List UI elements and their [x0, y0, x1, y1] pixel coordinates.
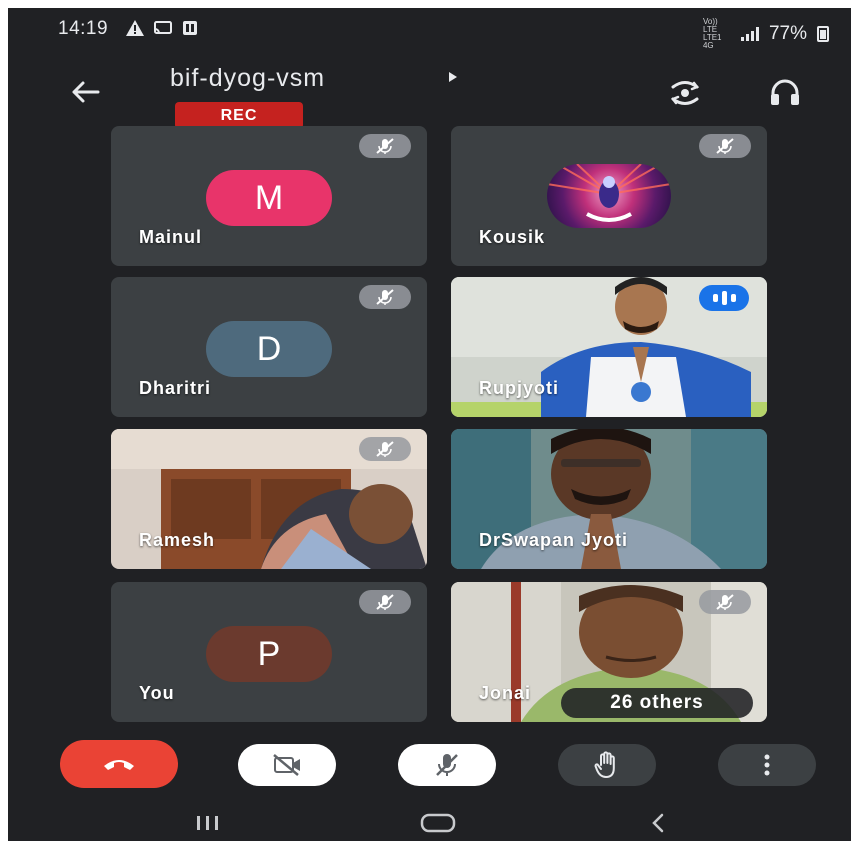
- avatar-mainul: M: [206, 170, 332, 226]
- participant-tile-you[interactable]: P You: [111, 582, 427, 722]
- participant-name: Jonai: [479, 683, 532, 703]
- camera-toggle-button[interactable]: [238, 744, 336, 786]
- mic-off-icon: [436, 754, 458, 776]
- participant-name: DrSwapan Jyoti: [479, 530, 629, 550]
- participant-name: Dharitri: [139, 378, 212, 398]
- avatar-you: P: [206, 626, 332, 682]
- recents-icon: [197, 816, 218, 830]
- camera-off-icon: [273, 754, 300, 776]
- others-count-chip[interactable]: 26 others: [561, 688, 753, 718]
- network-label-top: Vo)) LTE: [702, 17, 718, 34]
- participant-tile-mainul[interactable]: M Mainul: [111, 126, 427, 266]
- call-header: bif-dyog-vsm REC: [8, 48, 851, 129]
- arrow-left-icon: [72, 81, 100, 103]
- audio-output-button[interactable]: [760, 68, 810, 118]
- chevron-left-icon: [652, 813, 664, 833]
- mic-off-icon: [359, 437, 411, 461]
- status-notification-icons: [126, 20, 198, 41]
- home-icon: [420, 813, 456, 833]
- mic-off-icon: [359, 590, 411, 614]
- raise-hand-button[interactable]: [558, 744, 656, 786]
- participant-name: Ramesh: [139, 530, 216, 550]
- participant-tile-rupjyoti[interactable]: Rupjyoti: [451, 277, 767, 417]
- switch-camera-button[interactable]: [660, 68, 710, 118]
- battery-icon: [817, 26, 829, 42]
- mic-off-icon: [359, 285, 411, 309]
- meeting-code[interactable]: bif-dyog-vsm: [170, 64, 325, 93]
- mic-toggle-button[interactable]: [398, 744, 496, 786]
- speaking-indicator-icon: [699, 285, 749, 311]
- more-vert-icon: [764, 754, 770, 776]
- meeting-details-caret-icon[interactable]: [448, 70, 458, 88]
- participant-name: Rupjyoti: [479, 378, 559, 398]
- back-nav-button[interactable]: [628, 808, 688, 838]
- status-right-group: Vo)) LTE LTE1 4G 77%: [703, 18, 829, 50]
- signal-strength-icon: [740, 27, 759, 41]
- avatar-dharitri: D: [206, 321, 332, 377]
- participant-name: You: [139, 683, 175, 703]
- call-controls-bar: [8, 734, 851, 794]
- cast-icon: [154, 20, 172, 41]
- participant-tile-dharitri[interactable]: D Dharitri: [111, 277, 427, 417]
- participant-tile-ramesh[interactable]: Ramesh: [111, 429, 427, 569]
- back-button[interactable]: [63, 70, 107, 114]
- notification-icon: [182, 20, 198, 41]
- camera-switch-icon: [671, 81, 699, 105]
- participant-name: Mainul: [139, 227, 202, 247]
- mic-off-icon: [699, 590, 751, 614]
- system-nav-bar: [8, 806, 851, 841]
- recents-nav-button[interactable]: [178, 808, 238, 838]
- avatar-kousik-image: [547, 164, 671, 228]
- more-options-button[interactable]: [718, 744, 816, 786]
- warning-icon: [126, 20, 144, 41]
- raise-hand-icon: [594, 751, 615, 778]
- home-nav-button[interactable]: [408, 808, 468, 838]
- meet-call-screen: 14:19 Vo)) LTE LTE1 4G 77% bif-dyog-vsm …: [8, 8, 851, 841]
- end-call-icon: [104, 760, 134, 770]
- participant-tile-drswapan-jyoti[interactable]: DrSwapan Jyoti: [451, 429, 767, 569]
- participant-name: Kousik: [479, 227, 546, 247]
- headphones-icon: [771, 79, 799, 105]
- mic-off-icon: [699, 134, 751, 158]
- mic-off-icon: [359, 134, 411, 158]
- recording-badge: REC: [175, 102, 303, 129]
- end-call-button[interactable]: [60, 740, 178, 788]
- status-bar: 14:19 Vo)) LTE LTE1 4G 77%: [8, 8, 851, 50]
- battery-percent: 77%: [768, 23, 807, 44]
- network-type-label: Vo)) LTE LTE1 4G: [703, 18, 731, 50]
- participant-tile-kousik[interactable]: Kousik: [451, 126, 767, 266]
- status-time: 14:19: [58, 18, 109, 39]
